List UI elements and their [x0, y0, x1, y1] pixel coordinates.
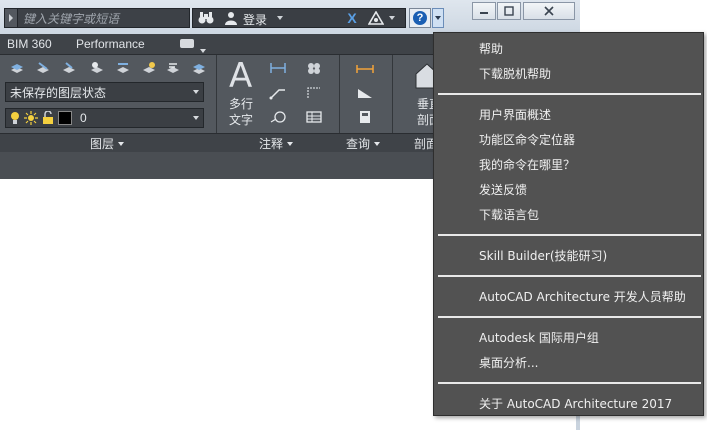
help-question-icon: ?: [413, 11, 427, 25]
layer-state-dropdown[interactable]: 未保存的图层状态: [5, 82, 204, 102]
linear-dimension-icon[interactable]: [269, 61, 287, 75]
chevron-down-icon: [193, 116, 199, 120]
login-button[interactable]: 登录: [243, 11, 267, 28]
dimension-style-icon[interactable]: [306, 86, 322, 100]
chevron-down-icon: [374, 141, 381, 146]
autodesk-a360-icon[interactable]: [368, 10, 384, 26]
multiline-text-icon[interactable]: A: [229, 56, 252, 96]
tab-bim360[interactable]: BIM 360: [7, 37, 52, 51]
table-icon[interactable]: [306, 110, 322, 124]
user-icon[interactable]: [224, 10, 238, 26]
measure-distance-icon[interactable]: [356, 62, 374, 76]
exchange-x-icon[interactable]: X: [344, 10, 360, 26]
menu-separator: [438, 234, 701, 236]
title-bar: 键入关键字或短语 登录 X ?: [0, 0, 580, 35]
chevron-down-icon: [193, 90, 199, 94]
leader-icon[interactable]: [269, 86, 287, 100]
sun-icon[interactable]: [24, 111, 38, 125]
layer-previous-icon[interactable]: [62, 61, 76, 75]
layer-freeze-icon[interactable]: [142, 61, 156, 75]
a360-dropdown-icon[interactable]: [388, 10, 396, 26]
table-leader-icon[interactable]: [269, 110, 287, 124]
menu-item-where-is-my-command[interactable]: 我的命令在哪里？: [479, 156, 575, 173]
menu-item-user-group[interactable]: Autodesk 国际用户组: [479, 329, 599, 346]
layer-match-icon[interactable]: [36, 61, 50, 75]
close-button[interactable]: [523, 2, 575, 20]
minimize-button[interactable]: [472, 2, 496, 20]
chevron-down-icon: [287, 141, 294, 146]
layer-dropdown[interactable]: 0: [5, 108, 204, 128]
area-icon[interactable]: [356, 86, 374, 100]
menu-item-developer-help[interactable]: AutoCAD Architecture 开发人员帮助: [479, 288, 686, 305]
layer-walk-icon[interactable]: [192, 61, 206, 75]
unlock-icon[interactable]: [42, 111, 54, 125]
panel-query-label[interactable]: 查询: [346, 135, 381, 152]
lightbulb-icon[interactable]: [10, 111, 20, 125]
menu-item-send-feedback[interactable]: 发送反馈: [479, 181, 527, 198]
panel-annotation-text: 注释: [259, 137, 284, 151]
chevron-down-icon: [118, 141, 125, 146]
help-dropdown-button[interactable]: [432, 8, 444, 28]
calculator-icon[interactable]: [358, 110, 372, 124]
layer-color-swatch: [58, 111, 72, 125]
tab-performance[interactable]: Performance: [76, 37, 145, 51]
layer-properties-icon[interactable]: [10, 61, 24, 75]
menu-item-ui-overview[interactable]: 用户界面概述: [479, 106, 551, 123]
binoculars-icon[interactable]: [198, 10, 214, 26]
menu-item-desktop-analytics[interactable]: 桌面分析...: [479, 354, 538, 371]
menu-separator: [438, 382, 701, 384]
menu-item-about[interactable]: 关于 AutoCAD Architecture 2017: [479, 395, 672, 412]
menu-item-ribbon-command-locator[interactable]: 功能区命令定位器: [479, 131, 575, 148]
layer-name-value: 0: [80, 111, 87, 125]
menu-item-download-language-pack[interactable]: 下载语言包: [479, 206, 539, 223]
layer-off-icon[interactable]: [116, 61, 130, 75]
mtext-label-2: 文字: [229, 113, 254, 127]
layer-isolate-icon[interactable]: [90, 61, 104, 75]
layer-lock-icon[interactable]: [166, 61, 180, 75]
mtext-label-1: 多行: [229, 97, 254, 111]
menu-item-download-offline-help[interactable]: 下载脱机帮助: [479, 65, 551, 82]
multiline-text-button[interactable]: 多行 文字: [229, 96, 253, 128]
restore-button[interactable]: [497, 2, 521, 20]
panel-annotation-label[interactable]: 注释: [259, 135, 294, 152]
search-expand-arrow-icon[interactable]: [5, 9, 18, 27]
help-menu: 帮助 下载脱机帮助 用户界面概述 功能区命令定位器 我的命令在哪里？ 发送反馈 …: [433, 32, 704, 416]
search-input[interactable]: 键入关键字或短语: [4, 8, 190, 28]
camera-icon[interactable]: [180, 39, 194, 48]
tab-options-dropdown-icon[interactable]: [200, 42, 206, 56]
panel-query-text: 查询: [346, 137, 371, 151]
help-button[interactable]: ?: [409, 8, 431, 28]
login-dropdown-icon[interactable]: [276, 10, 284, 26]
panel-layers-label[interactable]: 图层: [90, 135, 125, 152]
panel-layers-text: 图层: [90, 137, 115, 151]
menu-item-skill-builder[interactable]: Skill Builder(技能研习): [479, 247, 607, 264]
layer-state-value: 未保存的图层状态: [10, 85, 107, 100]
cloud-markup-icon[interactable]: [306, 61, 322, 75]
search-placeholder: 键入关键字或短语: [23, 11, 120, 26]
menu-separator: [438, 275, 701, 277]
menu-item-help[interactable]: 帮助: [479, 40, 503, 57]
menu-separator: [438, 93, 701, 95]
menu-separator: [438, 316, 701, 318]
